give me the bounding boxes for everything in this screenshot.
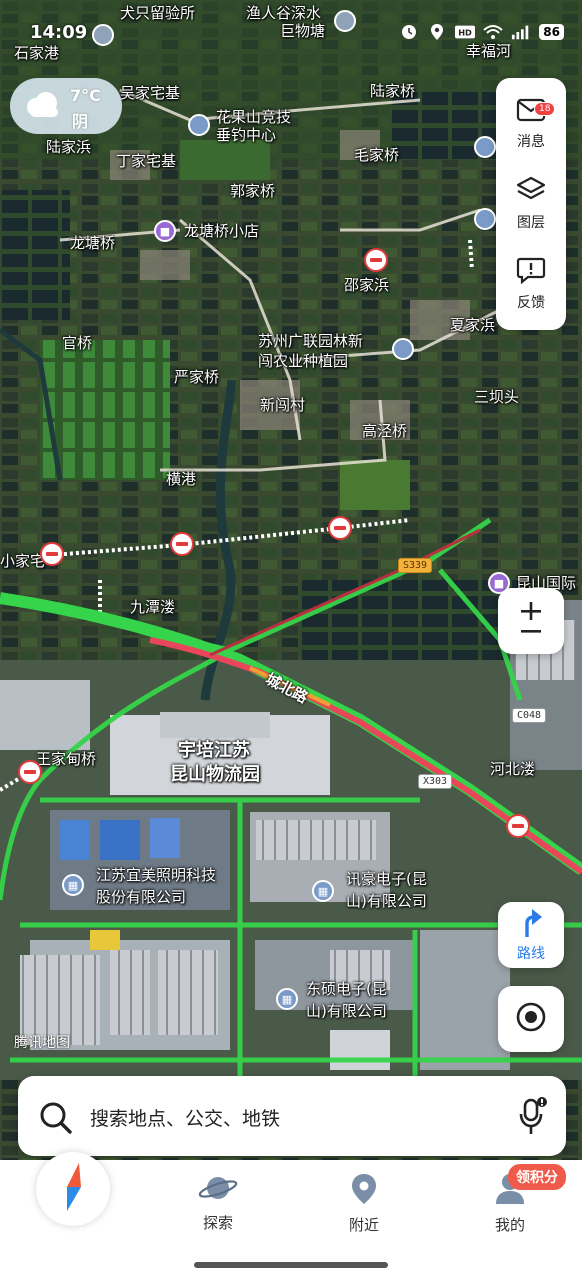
battery-level: 86 xyxy=(539,24,564,40)
company-icon[interactable]: ▦ xyxy=(62,874,84,896)
place-label[interactable]: 九潭溇 xyxy=(130,598,175,616)
nav-nearby[interactable]: 附近 xyxy=(314,1172,414,1235)
area-label[interactable]: 山)有限公司 xyxy=(346,892,427,910)
place-label[interactable]: 严家桥 xyxy=(174,368,219,386)
road-closure-icon[interactable] xyxy=(506,814,530,838)
current-location-icon xyxy=(514,1000,548,1038)
place-label[interactable]: 高泾桥 xyxy=(362,422,407,440)
nav-explore-label: 探索 xyxy=(202,1214,233,1232)
road-closure-icon[interactable] xyxy=(364,248,388,272)
status-icons: HD 86 xyxy=(399,22,564,42)
highway-shield: S339 xyxy=(398,558,433,573)
weather-widget[interactable]: 7°C 阴 xyxy=(10,78,122,134)
cloud-icon xyxy=(22,89,62,123)
status-bar: 14:09 HD 86 xyxy=(0,0,582,46)
layers-label: 图层 xyxy=(517,215,545,231)
poi-marker-icon[interactable] xyxy=(188,114,210,136)
poi-label[interactable]: 龙塘桥小店 xyxy=(184,222,259,240)
place-label[interactable]: 龙塘桥 xyxy=(70,234,115,252)
road-shield: C048 xyxy=(512,708,547,723)
location-icon xyxy=(427,22,447,42)
place-label[interactable]: 毛家桥 xyxy=(354,146,399,164)
company-icon[interactable]: ▦ xyxy=(276,988,298,1010)
search-input[interactable]: 搜索地点、公交、地铁 xyxy=(90,1104,280,1131)
messages-badge: 18 xyxy=(534,102,556,116)
locate-button[interactable] xyxy=(498,986,564,1052)
place-label[interactable]: 小家宅 xyxy=(0,552,45,570)
svg-text:HD: HD xyxy=(458,28,472,38)
voice-search-icon[interactable] xyxy=(518,1096,548,1140)
user-icon xyxy=(494,1174,526,1210)
place-label[interactable]: 吴家宅基 xyxy=(120,84,180,102)
search-icon xyxy=(38,1100,74,1140)
messages-button[interactable]: 18 消息 xyxy=(496,84,566,164)
place-label[interactable]: 郭家桥 xyxy=(230,182,275,200)
road-closure-icon[interactable] xyxy=(40,542,64,566)
shop-icon[interactable]: ■ xyxy=(154,220,176,242)
home-indicator[interactable] xyxy=(194,1262,388,1268)
area-label[interactable]: 昆山物流园 xyxy=(170,764,260,786)
place-label[interactable]: 丁家宅基 xyxy=(116,152,176,170)
nav-home-compass[interactable] xyxy=(36,1152,110,1226)
zoom-button[interactable] xyxy=(498,588,564,654)
place-label[interactable]: 陆家桥 xyxy=(370,82,415,100)
search-bar[interactable]: 搜索地点、公交、地铁 xyxy=(18,1076,566,1156)
poi-marker-icon[interactable] xyxy=(474,208,496,230)
company-icon[interactable]: ▦ xyxy=(312,880,334,902)
place-label[interactable]: 河北溇 xyxy=(490,760,535,778)
road-closure-icon[interactable] xyxy=(170,532,194,556)
road-closure-icon[interactable] xyxy=(328,516,352,540)
place-label[interactable]: 垂钓中心 xyxy=(216,126,276,144)
place-label[interactable]: 闯农业种植园 xyxy=(258,352,348,370)
nav-nearby-label: 附近 xyxy=(348,1216,379,1234)
zoom-in-out-icon xyxy=(518,602,544,640)
nav-explore[interactable]: 探索 xyxy=(168,1172,268,1233)
layers-icon xyxy=(516,176,546,208)
route-label: 路线 xyxy=(517,946,545,962)
road-closure-icon[interactable] xyxy=(18,760,42,784)
area-label[interactable]: 讯豪电子(昆 xyxy=(346,870,427,888)
wifi-icon xyxy=(483,22,503,42)
place-label[interactable]: 陆家浜 xyxy=(46,138,91,156)
area-label[interactable]: 山)有限公司 xyxy=(306,1002,387,1020)
map-watermark: 腾讯地图 xyxy=(14,1035,70,1051)
feedback-label: 反馈 xyxy=(517,295,545,311)
place-label[interactable]: 官桥 xyxy=(62,334,92,352)
weather-temperature: 7°C xyxy=(70,86,101,105)
route-icon xyxy=(518,907,544,941)
feedback-button[interactable]: 反馈 xyxy=(496,244,566,324)
points-badge[interactable]: 领积分 xyxy=(508,1164,566,1190)
compass-icon xyxy=(53,1161,93,1217)
area-label[interactable]: 宇培江苏 xyxy=(178,740,250,762)
status-time: 14:09 xyxy=(30,22,88,43)
area-label[interactable]: 江苏宜美照明科技 xyxy=(96,866,216,884)
place-label[interactable]: 三坝头 xyxy=(474,388,519,406)
place-label[interactable]: 横港 xyxy=(166,470,196,488)
place-label[interactable]: 苏州广联园林新 xyxy=(258,332,363,350)
poi-marker-icon[interactable] xyxy=(474,136,496,158)
road-shield: X303 xyxy=(418,774,453,789)
feedback-icon xyxy=(516,256,546,288)
nav-mine-label: 我的 xyxy=(494,1216,525,1234)
hd-icon: HD xyxy=(455,22,476,42)
place-label[interactable]: 夏家浜 xyxy=(450,316,495,334)
area-label[interactable]: 东硕电子(昆 xyxy=(306,980,387,998)
poi-marker-icon[interactable] xyxy=(392,338,414,360)
signal-icon xyxy=(511,22,531,42)
route-button[interactable]: 路线 xyxy=(498,902,564,968)
map-tool-panel: 18 消息 图层 反馈 xyxy=(496,78,566,330)
place-label[interactable]: 新闯村 xyxy=(260,396,305,414)
area-label[interactable]: 股份有限公司 xyxy=(96,888,186,906)
weather-condition: 阴 xyxy=(72,112,89,131)
map-pin-icon xyxy=(348,1174,380,1210)
place-label[interactable]: 花果山竞技 xyxy=(216,108,291,126)
planet-icon xyxy=(198,1177,238,1208)
place-label[interactable]: 王家甸桥 xyxy=(36,750,96,768)
messages-label: 消息 xyxy=(517,134,545,150)
bottom-nav: 探索 附近 我的 领积分 xyxy=(0,1152,582,1280)
alarm-icon xyxy=(399,22,419,42)
place-label[interactable]: 邵家浜 xyxy=(344,276,389,294)
place-label[interactable]: 石家港 xyxy=(14,44,59,62)
layers-button[interactable]: 图层 xyxy=(496,164,566,244)
